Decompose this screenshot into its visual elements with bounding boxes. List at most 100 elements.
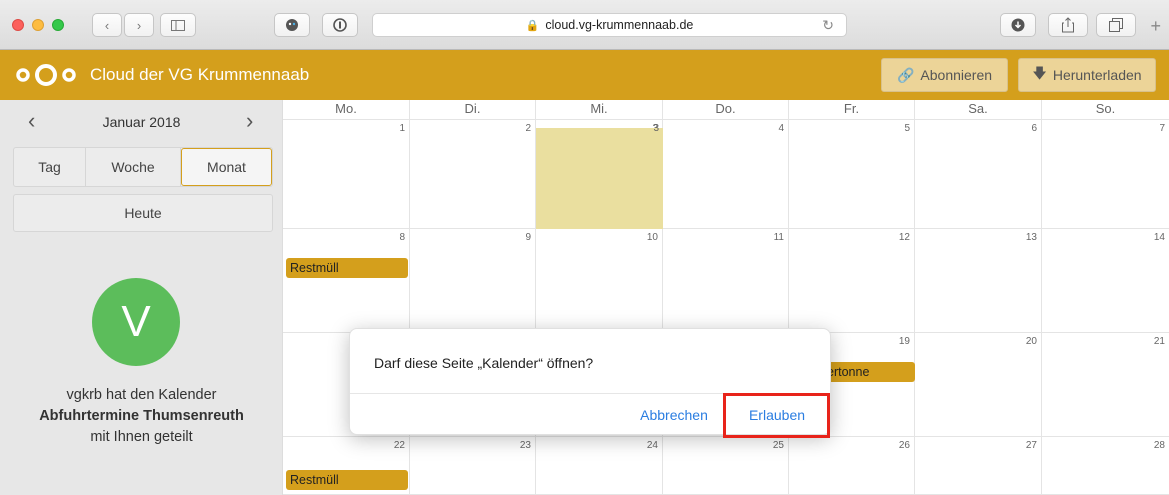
subscribe-button[interactable]: 🔗 Abonnieren bbox=[881, 58, 1008, 92]
highlight-annotation bbox=[723, 393, 830, 438]
month-label[interactable]: Januar 2018 bbox=[0, 114, 283, 130]
day-number: 12 bbox=[898, 232, 910, 243]
day-cell[interactable]: 11 bbox=[663, 229, 789, 333]
day-number: 5 bbox=[904, 123, 910, 134]
weekday-header: Do. bbox=[663, 100, 789, 120]
share-icon bbox=[1062, 17, 1074, 33]
download-button[interactable]: 🡇 Herunterladen bbox=[1018, 58, 1156, 92]
day-cell[interactable]: 23 bbox=[410, 437, 536, 495]
day-cell[interactable]: 8 bbox=[283, 229, 410, 333]
day-number: 14 bbox=[1153, 232, 1165, 243]
calendar-sidebar: ‹ Januar 2018 › Tag Woche Monat Heute V … bbox=[0, 100, 283, 495]
sidebar-toggle-button[interactable] bbox=[160, 13, 196, 37]
day-cell[interactable]: 9 bbox=[410, 229, 536, 333]
url-text: cloud.vg-krummennaab.de bbox=[545, 18, 694, 32]
day-cell[interactable]: 20 bbox=[915, 333, 1042, 437]
address-bar[interactable]: 🔒 cloud.vg-krummennaab.de ↻ bbox=[372, 13, 847, 37]
share-button[interactable] bbox=[1048, 13, 1088, 37]
weekday-header: Mi. bbox=[536, 100, 663, 120]
day-number: 6 bbox=[1031, 123, 1037, 134]
keyhole-icon bbox=[333, 18, 347, 32]
day-number: 25 bbox=[772, 440, 784, 451]
day-number: 10 bbox=[646, 232, 658, 243]
download-label: Herunterladen bbox=[1052, 67, 1142, 83]
day-number: 13 bbox=[1025, 232, 1037, 243]
day-cell[interactable]: 5 bbox=[789, 120, 915, 229]
day-number: 22 bbox=[393, 440, 405, 451]
reload-icon[interactable]: ↻ bbox=[822, 17, 834, 34]
share-line-shared: mit Ihnen geteilt bbox=[90, 429, 193, 445]
view-day-button[interactable]: Tag bbox=[14, 148, 86, 186]
shared-calendar-name: Abfuhrtermine Thumsenreuth bbox=[39, 408, 244, 424]
app-title: Cloud der VG Krummennaab bbox=[90, 65, 310, 84]
day-cell[interactable]: 1 bbox=[283, 120, 410, 229]
view-week-button[interactable]: Woche bbox=[86, 148, 181, 186]
forward-button[interactable]: › bbox=[124, 13, 154, 37]
back-button[interactable]: ‹ bbox=[92, 13, 122, 37]
day-cell[interactable]: 24 bbox=[536, 437, 663, 495]
avatar: V bbox=[92, 278, 180, 366]
day-cell[interactable]: 12 bbox=[789, 229, 915, 333]
cancel-button[interactable]: Abbrechen bbox=[624, 393, 724, 436]
calendar-event[interactable]: Restmüll bbox=[286, 258, 408, 278]
ghost-icon bbox=[286, 19, 298, 31]
day-cell[interactable]: 27 bbox=[915, 437, 1042, 495]
download-arrow-icon: 🡇 bbox=[1032, 65, 1047, 81]
day-cell[interactable]: 13 bbox=[915, 229, 1042, 333]
lock-icon: 🔒 bbox=[525, 19, 540, 32]
weekday-header: Mo. bbox=[283, 100, 410, 120]
today-cell-highlight[interactable]: 3 bbox=[536, 123, 663, 229]
chevron-left-icon: ‹ bbox=[104, 17, 110, 33]
day-cell[interactable]: 26 bbox=[789, 437, 915, 495]
day-cell[interactable]: 10 bbox=[536, 229, 663, 333]
minimize-window-button[interactable] bbox=[32, 19, 44, 31]
day-cell[interactable]: 2 bbox=[410, 120, 536, 229]
weekday-header: Sa. bbox=[915, 100, 1042, 120]
browser-toolbar: ‹ › 🔒 cloud.vg-krummennaab.de ↻ + bbox=[0, 0, 1169, 50]
zoom-window-button[interactable] bbox=[52, 19, 64, 31]
weekday-header: So. bbox=[1042, 100, 1169, 120]
day-cell[interactable]: 28 bbox=[1042, 437, 1169, 495]
day-cell[interactable]: 21 bbox=[1042, 333, 1169, 437]
day-number: 9 bbox=[525, 232, 531, 243]
day-number: 20 bbox=[1025, 336, 1037, 347]
day-number: 3 bbox=[653, 123, 659, 134]
day-number: 19 bbox=[898, 336, 910, 347]
day-number: 1 bbox=[399, 123, 405, 134]
dialog-message: Darf diese Seite „Kalender“ öffnen? bbox=[374, 355, 594, 371]
day-number: 26 bbox=[898, 440, 910, 451]
day-number: 11 bbox=[773, 232, 784, 243]
view-month-button[interactable]: Monat bbox=[181, 148, 272, 186]
link-icon: 🔗 bbox=[896, 66, 915, 83]
day-number: 23 bbox=[519, 440, 531, 451]
share-line-owner: vgkrb hat den Kalender bbox=[66, 387, 217, 403]
day-cell[interactable]: 4 bbox=[663, 120, 789, 229]
day-number: 27 bbox=[1025, 440, 1037, 451]
today-button[interactable]: Heute bbox=[13, 194, 273, 232]
new-tab-button[interactable]: + bbox=[1150, 16, 1161, 37]
tabs-overview-button[interactable] bbox=[1096, 13, 1136, 37]
day-number: 8 bbox=[399, 232, 405, 243]
day-cell[interactable]: 6 bbox=[915, 120, 1042, 229]
sidebar-icon bbox=[171, 19, 185, 31]
day-number: 7 bbox=[1159, 123, 1165, 134]
next-month-button[interactable]: › bbox=[246, 108, 253, 134]
download-circle-icon bbox=[1011, 18, 1025, 32]
calendar-event[interactable]: ertonne bbox=[823, 362, 915, 382]
day-number: 4 bbox=[778, 123, 784, 134]
day-number: 2 bbox=[525, 123, 531, 134]
day-cell[interactable]: 14 bbox=[1042, 229, 1169, 333]
ghostery-extension-button[interactable] bbox=[274, 13, 310, 37]
downloads-button[interactable] bbox=[1000, 13, 1036, 37]
close-window-button[interactable] bbox=[12, 19, 24, 31]
day-cell[interactable]: 7 bbox=[1042, 120, 1169, 229]
share-info: vgkrb hat den Kalender Abfuhrtermine Thu… bbox=[0, 385, 283, 448]
day-cell[interactable]: 25 bbox=[663, 437, 789, 495]
weekday-header: Fr. bbox=[789, 100, 915, 120]
day-number: 24 bbox=[646, 440, 658, 451]
view-switcher: Tag Woche Monat bbox=[13, 147, 273, 187]
password-manager-button[interactable] bbox=[322, 13, 358, 37]
day-number: 28 bbox=[1153, 440, 1165, 451]
calendar-event[interactable]: Restmüll bbox=[286, 470, 408, 490]
tabs-icon bbox=[1109, 18, 1123, 32]
